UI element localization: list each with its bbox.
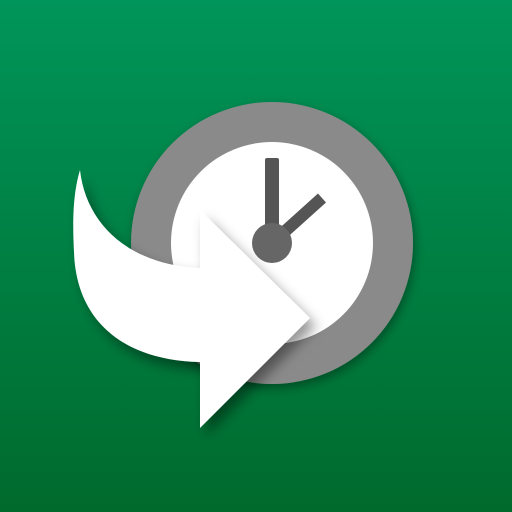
clock-with-forward-arrow-icon — [0, 0, 512, 512]
app-icon[interactable] — [0, 0, 512, 512]
clock-center-pin — [252, 223, 292, 263]
